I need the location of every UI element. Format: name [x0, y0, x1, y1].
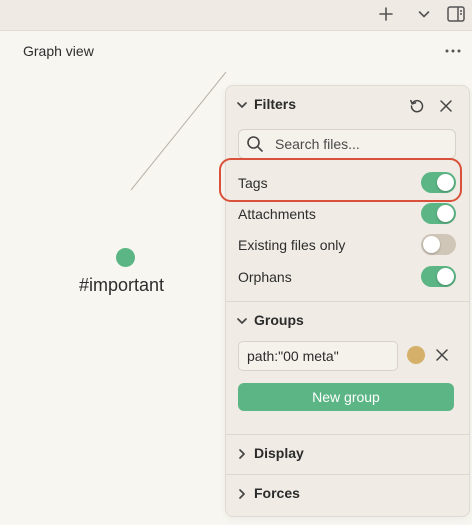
filter-toggle[interactable]: [421, 234, 456, 255]
view-title: Graph view: [23, 43, 94, 59]
filter-label: Orphans: [238, 269, 292, 285]
filter-label: Attachments: [238, 206, 316, 222]
section-divider: [226, 434, 469, 435]
filter-label: Existing files only: [238, 237, 346, 253]
toggle-knob: [423, 236, 440, 253]
remove-group-button[interactable]: [431, 344, 453, 366]
more-options-button[interactable]: [440, 40, 466, 62]
plus-icon: [379, 7, 393, 21]
toggle-knob: [437, 205, 454, 222]
filter-row: Attachments: [238, 202, 456, 226]
restore-icon: [410, 99, 424, 113]
filters-title: Filters: [254, 96, 297, 112]
tab-list-dropdown[interactable]: [410, 2, 438, 26]
filter-toggle[interactable]: [421, 266, 456, 287]
groups-title: Groups: [254, 312, 304, 328]
forces-title: Forces: [254, 485, 300, 501]
chevron-down-icon: [237, 318, 247, 324]
graph-node[interactable]: [116, 248, 135, 267]
sidebar-toggle-icon: [447, 6, 465, 22]
restore-defaults-button[interactable]: [406, 95, 428, 117]
close-panel-button[interactable]: [435, 95, 457, 117]
graph-node-label: #important: [79, 275, 165, 295]
title-bar: [0, 0, 472, 31]
chevron-down-icon: [237, 102, 247, 108]
chevron-right-icon: [239, 449, 245, 459]
filter-toggle[interactable]: [421, 203, 456, 224]
close-icon: [436, 349, 448, 361]
section-divider: [226, 301, 469, 302]
toggle-knob: [437, 268, 454, 285]
chevron-down-icon: [418, 11, 430, 18]
group-query-field: [238, 341, 398, 371]
search-icon: [247, 136, 263, 152]
toggle-sidebar-button[interactable]: [442, 2, 470, 26]
group-query-input[interactable]: [247, 345, 389, 367]
close-icon: [440, 100, 452, 112]
filter-row: Existing files only: [238, 233, 456, 257]
display-section-header[interactable]: Display: [226, 441, 469, 467]
section-divider: [226, 474, 469, 475]
group-color-swatch[interactable]: [407, 346, 425, 364]
chevron-right-icon: [239, 489, 245, 499]
groups-section-header[interactable]: Groups: [226, 308, 469, 334]
search-files-box: [238, 129, 456, 159]
new-group-button[interactable]: New group: [238, 383, 454, 411]
graph-controls-panel: Filters TagsAttachmentsExisting files on…: [225, 85, 470, 517]
search-files-input[interactable]: [275, 133, 447, 155]
filter-row: Orphans: [238, 265, 456, 289]
tags-highlight-outline: [219, 158, 462, 202]
forces-section-header[interactable]: Forces: [226, 481, 469, 507]
filters-section-header[interactable]: Filters: [226, 92, 469, 118]
display-title: Display: [254, 445, 304, 461]
new-tab-button[interactable]: [372, 2, 400, 26]
more-horizontal-icon: [445, 49, 461, 53]
